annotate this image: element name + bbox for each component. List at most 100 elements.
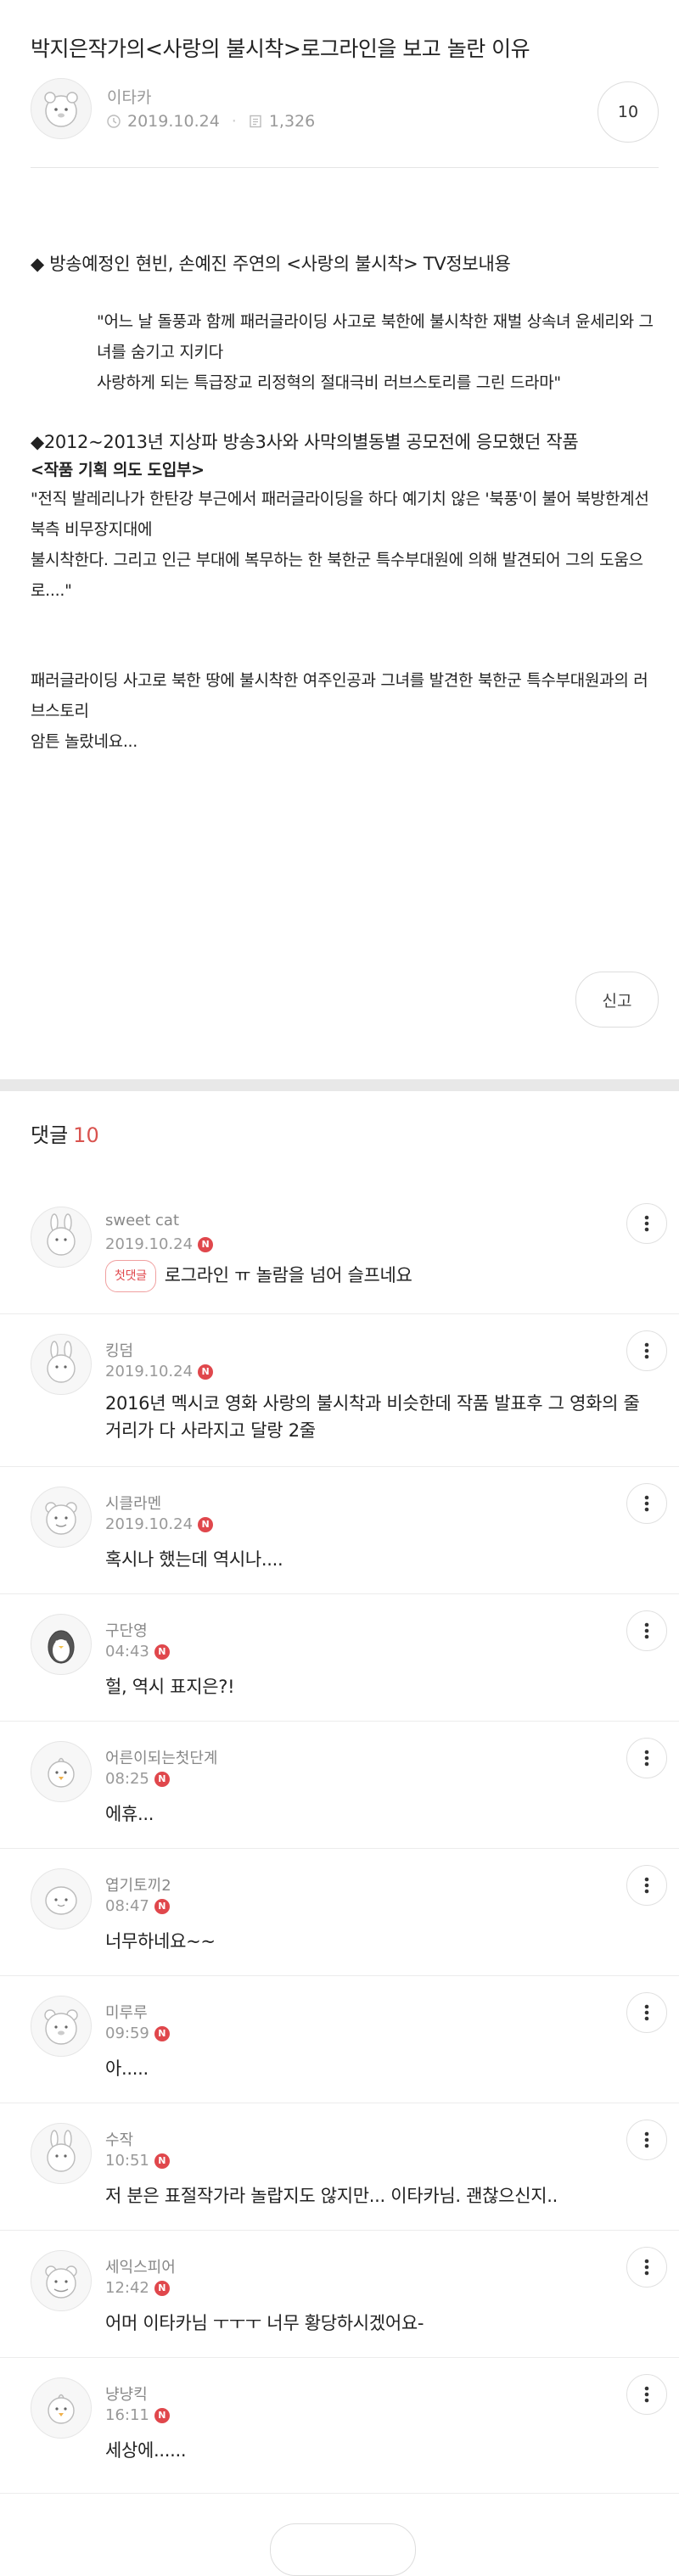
avatar-chick-icon: [48, 2394, 75, 2424]
comment-count-button[interactable]: 10: [598, 81, 659, 143]
comment-time-text: 12:42: [105, 2279, 149, 2297]
commenter-avatar[interactable]: [31, 1207, 92, 1268]
content-heading-2: ◆2012~2013년 지상파 방송3사와 사막의별동별 공모전에 응모했던 작…: [31, 432, 579, 452]
comment-time-text: 09:59: [105, 2024, 149, 2042]
avatar-animal-icon: [44, 2009, 78, 2045]
commenter-name[interactable]: 구단영: [105, 1619, 148, 1641]
comment-text: 혹시나 했는데 역시나....: [105, 1549, 283, 1570]
content-paragraph-2b: 불시착한다. 그리고 인근 부대에 복무하는 한 북한군 특수부대원에 의해 발…: [31, 551, 643, 600]
comment-more-button[interactable]: [626, 2120, 667, 2160]
comment-text: 아.....: [105, 2058, 149, 2079]
comment-text: 첫댓글 로그라인 ㅠ 놀람을 넘어 슬프네요: [105, 1260, 640, 1292]
commenter-avatar[interactable]: [31, 1487, 92, 1548]
first-comment-badge: 첫댓글: [105, 1260, 156, 1292]
new-badge: N: [154, 2025, 170, 2041]
comment-time: 08:25 N: [105, 1770, 170, 1788]
more-vertical-icon: [644, 1622, 649, 1639]
avatar-chick-icon: [48, 1757, 75, 1788]
commenter-avatar[interactable]: [31, 1868, 92, 1929]
comment-more-button[interactable]: [626, 1738, 667, 1778]
commenter-name[interactable]: 미루루: [105, 2001, 148, 2023]
section-separator: [0, 1079, 679, 1091]
commenter-name[interactable]: 엽기토끼2: [105, 1873, 171, 1896]
new-badge: N: [198, 1236, 214, 1252]
avatar-animal-icon: [44, 92, 78, 127]
commenter-name[interactable]: 세익스피어: [105, 2255, 176, 2277]
load-more-button[interactable]: [270, 2523, 416, 2576]
post-views: 1,326: [268, 112, 316, 131]
comment-divider: [0, 1593, 679, 1594]
content-paragraph-3: 패러글라이딩 사고로 북한 땅에 불시착한 여주인공과 그녀를 발견한 북한군 …: [31, 671, 648, 720]
commenter-avatar[interactable]: [31, 1334, 92, 1395]
content-subheading: <작품 기획 의도 도입부>: [31, 461, 205, 479]
commenter-name[interactable]: 수작: [105, 2128, 133, 2150]
comment-more-button[interactable]: [626, 2247, 667, 2288]
comment-divider: [0, 1313, 679, 1314]
commenter-name[interactable]: 킹덤: [105, 1339, 133, 1361]
avatar-rabbit-icon: [47, 1213, 76, 1256]
commenter-avatar[interactable]: [31, 1614, 92, 1675]
document-icon: [250, 115, 261, 128]
author-name[interactable]: 이타카: [107, 85, 151, 108]
comment-time-text: 2019.10.24: [105, 1363, 194, 1380]
commenter-avatar[interactable]: [31, 2123, 92, 2184]
content-quote-2: 사랑하게 되는 특급장교 리정혁의 절대극비 러브스토리를 그린 드라마": [97, 373, 561, 392]
more-vertical-icon: [644, 1750, 649, 1767]
comment-more-button[interactable]: [626, 1610, 667, 1651]
commenter-avatar[interactable]: [31, 2250, 92, 2311]
comment-text: 어머 이타카님 ㅜㅜㅜ 너무 황당하시겠어요-: [105, 2313, 424, 2333]
commenter-name[interactable]: 어른이되는첫단계: [105, 1746, 217, 1768]
more-vertical-icon: [644, 2259, 649, 2276]
report-button[interactable]: 신고: [575, 972, 659, 1028]
new-badge: N: [154, 1898, 170, 1914]
post-title: 박지은작가의<사랑의 불시착>로그라인을 보고 놀란 이유: [31, 36, 530, 61]
comments-header: 댓글 10: [31, 1118, 99, 1148]
comment-divider: [0, 1848, 679, 1849]
comment-divider: [0, 1721, 679, 1722]
comment-time: 12:42 N: [105, 2279, 170, 2297]
commenter-name[interactable]: 냥냥킥: [105, 2383, 148, 2405]
content-paragraph-2a: "전직 발레리나가 한탄강 부근에서 패러글라이딩을 하다 예기치 않은 '북풍…: [31, 490, 649, 539]
avatar-bear-icon: [45, 1502, 77, 1535]
comment-time: 2019.10.24 N: [105, 1515, 214, 1533]
comment-more-button[interactable]: [626, 1483, 667, 1524]
more-vertical-icon: [644, 1342, 649, 1359]
avatar-rabbit-icon: [47, 1341, 76, 1383]
comment-time-text: 04:43: [105, 1643, 149, 1660]
new-badge: N: [154, 2280, 170, 2296]
header-divider: [31, 167, 659, 168]
author-avatar[interactable]: [31, 78, 92, 139]
comment-text: 에휴...: [105, 1804, 154, 1824]
comment-time-text: 16:11: [105, 2406, 149, 2424]
comment-time-text: 10:51: [105, 2152, 149, 2170]
comment-time-text: 08:47: [105, 1897, 149, 1915]
comment-more-button[interactable]: [626, 2374, 667, 2415]
new-badge: N: [154, 1771, 170, 1787]
more-vertical-icon: [644, 1215, 649, 1232]
more-vertical-icon: [644, 2386, 649, 2403]
comment-divider: [0, 2357, 679, 2358]
comment-time-text: 2019.10.24: [105, 1235, 194, 1253]
commenter-name[interactable]: sweet cat: [105, 1212, 179, 1229]
commenter-avatar[interactable]: [31, 1741, 92, 1802]
more-vertical-icon: [644, 1877, 649, 1894]
comment-time: 16:11 N: [105, 2406, 170, 2424]
comment-divider: [0, 2493, 679, 2494]
comment-time: 2019.10.24 N: [105, 1363, 214, 1380]
comment-text-body: 로그라인 ㅠ 놀람을 넘어 슬프네요: [164, 1265, 412, 1285]
commenter-avatar[interactable]: [31, 1996, 92, 2057]
avatar-egg-icon: [45, 1886, 77, 1915]
commenter-name[interactable]: 시클라멘: [105, 1492, 161, 1514]
comment-more-button[interactable]: [626, 1992, 667, 2033]
comment-text: 세상에......: [105, 2440, 187, 2461]
comment-more-button[interactable]: [626, 1330, 667, 1371]
commenter-avatar[interactable]: [31, 2377, 92, 2439]
new-badge: N: [154, 2407, 170, 2423]
more-vertical-icon: [644, 2131, 649, 2148]
comment-divider: [0, 1466, 679, 1467]
comment-more-button[interactable]: [626, 1865, 667, 1906]
comment-more-button[interactable]: [626, 1203, 667, 1244]
post-meta: 2019.10.24 · 1,326: [107, 112, 315, 131]
comment-time: 10:51 N: [105, 2152, 170, 2170]
more-vertical-icon: [644, 1495, 649, 1512]
